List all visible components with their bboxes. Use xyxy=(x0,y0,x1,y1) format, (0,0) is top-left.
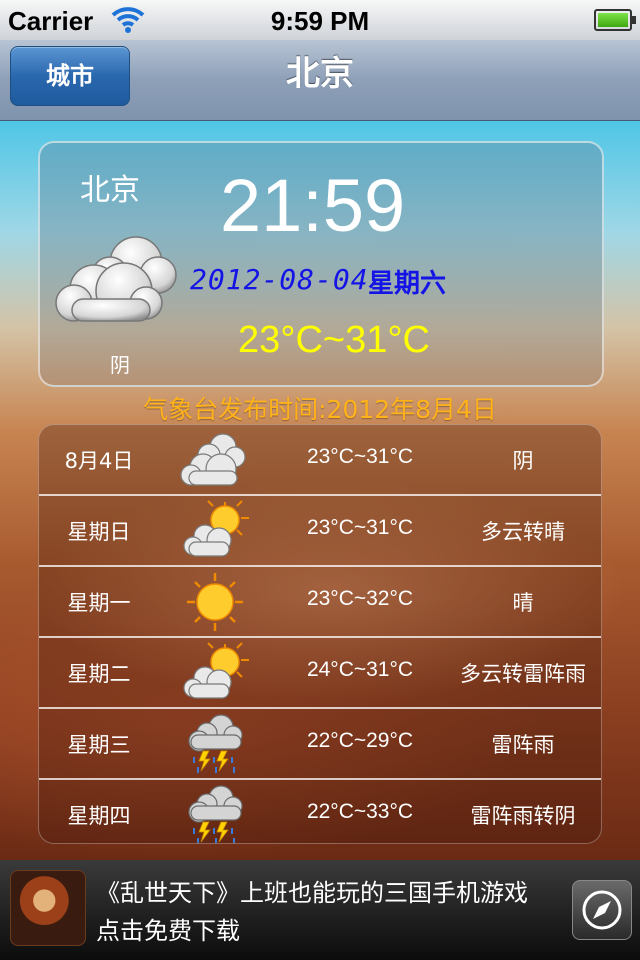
forecast-row: 星期四 22°C~33°C 雷阵雨转阴 xyxy=(39,780,601,843)
forecast-row: 星期一 23°C~32°C 晴 xyxy=(39,567,601,638)
forecast-temp-range: 23°C~32°C xyxy=(306,587,414,610)
current-weekday: 星期六 xyxy=(368,269,447,299)
partly-sunny-icon xyxy=(179,642,251,704)
current-temp-range: 23°C~31°C xyxy=(238,319,431,361)
ad-banner[interactable]: 《乱世天下》上班也能玩的三国手机游戏 点击免费下载 xyxy=(0,860,640,960)
current-time: 21:59 xyxy=(220,164,406,247)
forecast-temp-range: 23°C~31°C xyxy=(306,516,414,539)
forecast-day: 星期四 xyxy=(67,804,131,828)
forecast-day: 星期二 xyxy=(67,662,131,686)
publish-time: 气象台发布时间:2012年8月4日 xyxy=(143,395,497,424)
status-time: 9:59 PM xyxy=(270,6,370,36)
forecast-day: 星期一 xyxy=(67,591,131,615)
forecast-temp-range: 22°C~33°C xyxy=(306,800,414,823)
forecast-row: 8月4日 23°C~31°C 阴 xyxy=(39,425,601,496)
partly-sunny-icon xyxy=(179,500,251,562)
forecast-temp-range: 22°C~29°C xyxy=(306,729,414,752)
forecast-temp-range: 24°C~31°C xyxy=(306,658,414,681)
forecast-condition: 多云转晴 xyxy=(481,520,565,544)
forecast-condition: 雷阵雨 xyxy=(491,733,555,757)
forecast-condition: 多云转雷阵雨 xyxy=(460,662,586,686)
ad-thumbnail[interactable] xyxy=(10,870,86,946)
current-city: 北京 xyxy=(80,173,140,208)
cloudy-icon xyxy=(179,429,251,491)
ad-text[interactable]: 《乱世天下》上班也能玩的三国手机游戏 点击免费下载 xyxy=(96,874,556,950)
city-button[interactable]: 城市 xyxy=(10,46,130,106)
thunderstorm-icon xyxy=(179,713,251,775)
sunny-icon xyxy=(179,571,251,633)
current-date: 2012-08-04 xyxy=(190,263,369,296)
current-condition: 阴 xyxy=(110,353,130,377)
navigation-bar: 北京 城市 xyxy=(0,40,640,121)
forecast-day: 8月4日 xyxy=(64,449,134,473)
forecast-condition: 阴 xyxy=(512,449,534,473)
cloudy-icon xyxy=(54,229,178,333)
compass-icon[interactable] xyxy=(572,880,632,940)
forecast-day: 星期日 xyxy=(67,520,131,544)
battery-icon xyxy=(594,9,636,31)
forecast-row: 星期二 24°C~31°C 多云转雷阵雨 xyxy=(39,638,601,709)
status-bar: Carrier 9:59 PM xyxy=(0,0,640,40)
current-weather-panel: 北京 21:59 2012-08-04 星期六 23°C~31°C 阴 xyxy=(38,141,604,387)
forecast-condition: 雷阵雨转阴 xyxy=(470,804,576,828)
forecast-temp-range: 23°C~31°C xyxy=(306,445,414,468)
thunderstorm-icon xyxy=(179,784,251,843)
forecast-list: 8月4日 23°C~31°C 阴 星期日 23°C~31°C 多云转晴 星期一 … xyxy=(38,424,602,844)
forecast-condition: 晴 xyxy=(512,591,534,615)
forecast-row: 星期日 23°C~31°C 多云转晴 xyxy=(39,496,601,567)
forecast-day: 星期三 xyxy=(67,733,131,757)
forecast-row: 星期三 22°C~29°C 雷阵雨 xyxy=(39,709,601,780)
